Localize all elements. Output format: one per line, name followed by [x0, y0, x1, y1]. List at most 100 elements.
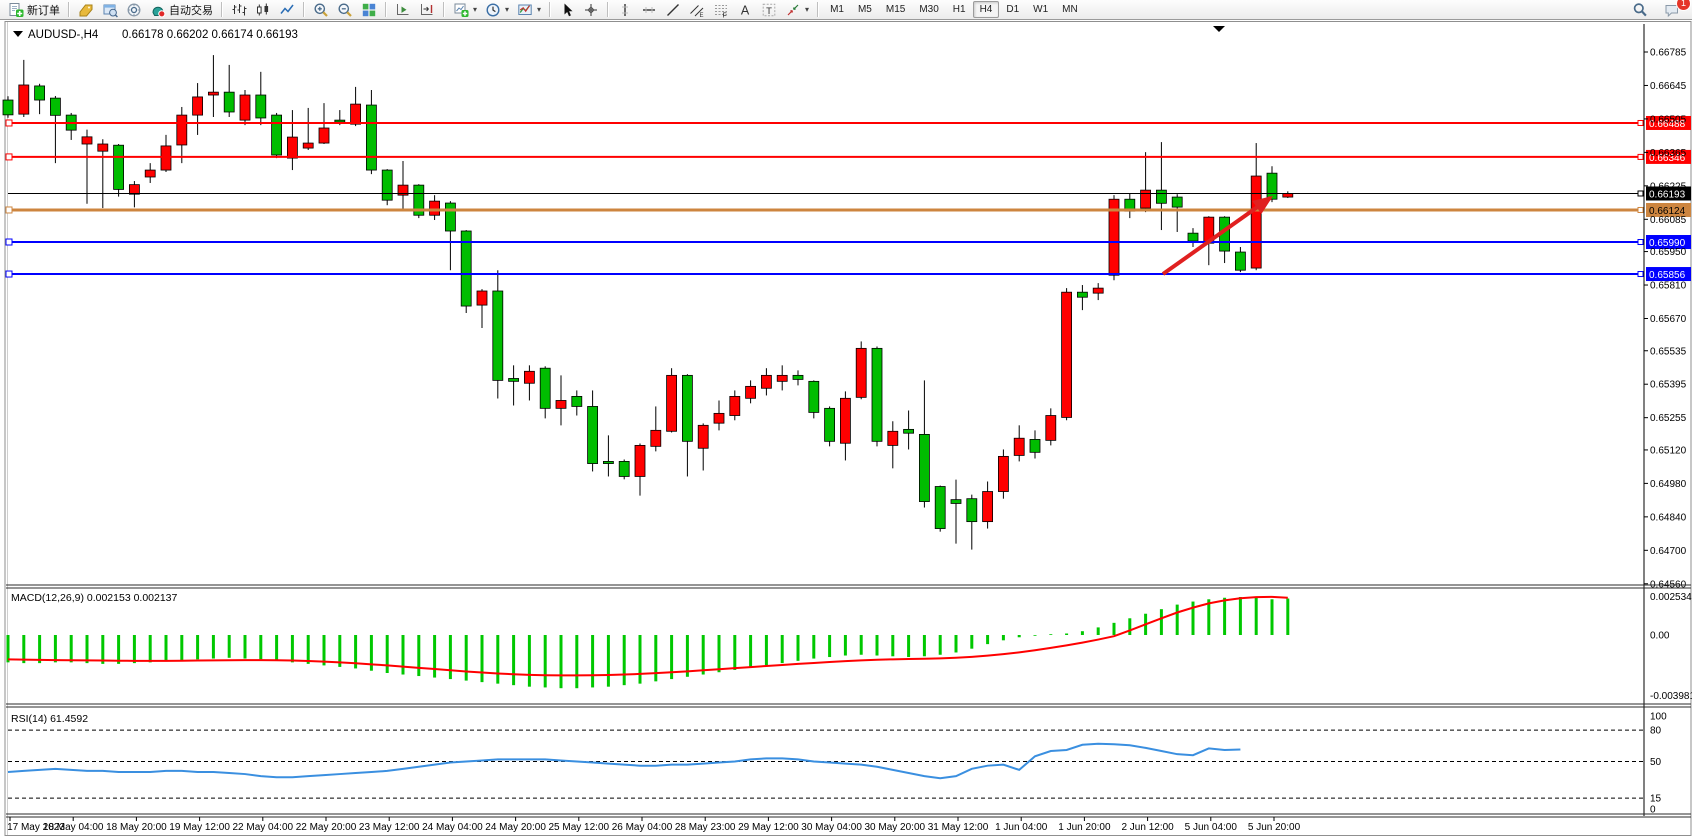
candle [493, 291, 503, 380]
search-icon [1632, 2, 1648, 18]
dropdown-caret-icon[interactable]: ▾ [505, 5, 509, 14]
fibonacci-button[interactable]: F [709, 0, 733, 20]
chart-shift-button[interactable] [415, 0, 439, 20]
trendline-button[interactable] [661, 0, 685, 20]
candle [114, 145, 124, 189]
price-tick-label: 0.64700 [1650, 546, 1687, 557]
rsi-axis-label: 15 [1650, 794, 1662, 805]
candle [524, 371, 534, 383]
toolbar-separator [549, 2, 551, 17]
candle [509, 378, 519, 381]
new-order-button[interactable]: 新订单 [4, 0, 64, 20]
candle [730, 396, 740, 415]
dropdown-caret-icon[interactable]: ▾ [805, 5, 809, 14]
price-tick-label: 0.65810 [1650, 281, 1687, 292]
line-handle[interactable] [6, 120, 12, 126]
macd-axis-label: 0.00 [1650, 631, 1670, 642]
time-tick-label: 22 May 04:00 [232, 822, 293, 833]
toolbar-separator [68, 2, 70, 17]
timeframe-M5-button[interactable]: M5 [851, 1, 879, 18]
line-handle[interactable] [6, 154, 12, 160]
line-axis-marker [1638, 154, 1643, 159]
data-window-button[interactable] [98, 0, 122, 20]
line-handle[interactable] [6, 207, 12, 213]
rsi-indicator-label: RSI(14) 61.4592 [11, 713, 88, 725]
toolbar-separator [385, 2, 387, 17]
timeframe-D1-button[interactable]: D1 [999, 1, 1026, 18]
price-tick-label: 0.66365 [1650, 148, 1687, 159]
tile-windows-button[interactable] [357, 0, 381, 20]
candle [3, 100, 13, 115]
fibonacci-icon: F [713, 2, 729, 18]
candle [82, 137, 92, 144]
candle [1188, 233, 1198, 241]
time-tick-label: 23 May 12:00 [359, 822, 420, 833]
line-handle[interactable] [6, 239, 12, 245]
candle [382, 170, 392, 200]
autotrading-button-label: 自动交易 [169, 2, 213, 18]
candle [793, 375, 803, 379]
svg-text:E: E [700, 13, 704, 18]
candle [335, 120, 345, 122]
line-chart-button[interactable] [275, 0, 299, 20]
candle [761, 375, 771, 388]
chart-ohlc-values: 0.66178 0.66202 0.66174 0.66193 [122, 29, 298, 41]
candle [556, 400, 566, 408]
vertical-line-button[interactable] [613, 0, 637, 20]
new-chart-button[interactable]: ▾ [449, 0, 481, 20]
new-order-button-label: 新订单 [27, 2, 60, 18]
auto-scroll-button[interactable] [391, 0, 415, 20]
navigator-button[interactable] [122, 0, 146, 20]
notifications-button[interactable]: 1 [1660, 0, 1684, 20]
timeframe-M1-button[interactable]: M1 [823, 1, 851, 18]
clock-icon [485, 2, 501, 18]
candle [1046, 416, 1056, 441]
bar-chart-button[interactable] [227, 0, 251, 20]
autotrading-button[interactable]: 自动交易 [146, 0, 217, 20]
candle [888, 431, 898, 445]
candle [777, 375, 787, 381]
svg-text:T: T [766, 5, 772, 16]
zoom-in-icon [313, 2, 329, 18]
timeframe-H1-button[interactable]: H1 [946, 1, 973, 18]
channel-icon: E [689, 2, 705, 18]
rsi-axis-label: 80 [1650, 726, 1662, 737]
template-button[interactable]: ▾ [513, 0, 545, 20]
candle [319, 128, 329, 143]
timeframe-H4-button[interactable]: H4 [973, 1, 1000, 18]
candle [50, 98, 60, 115]
time-tick-label: 31 May 12:00 [928, 822, 989, 833]
crosshair-icon [583, 2, 599, 18]
arrows-button[interactable]: ▾ [781, 0, 813, 20]
line-handle[interactable] [6, 271, 12, 277]
zoom-out-button[interactable] [333, 0, 357, 20]
text-button[interactable]: A [733, 0, 757, 20]
candle [272, 115, 282, 155]
market-watch-button[interactable] [74, 0, 98, 20]
line-chart-icon [279, 2, 295, 18]
candle [145, 170, 155, 177]
search-button[interactable] [1628, 0, 1652, 20]
timeframe-MN-button[interactable]: MN [1055, 1, 1085, 18]
cursor-button[interactable] [555, 0, 579, 20]
candle [1030, 439, 1040, 452]
chart-shift-icon [419, 2, 435, 18]
candlestick-chart-button[interactable] [251, 0, 275, 20]
equidistant-channel-button[interactable]: E [685, 0, 709, 20]
crosshair-button[interactable] [579, 0, 603, 20]
timeframe-M30-button[interactable]: M30 [912, 1, 945, 18]
zoom-in-button[interactable] [309, 0, 333, 20]
candle [430, 201, 440, 215]
candle [603, 461, 613, 463]
candle [129, 185, 139, 195]
dropdown-caret-icon[interactable]: ▾ [473, 5, 477, 14]
period-button[interactable]: ▾ [481, 0, 513, 20]
dropdown-caret-icon[interactable]: ▾ [537, 5, 541, 14]
horizontal-line-button[interactable] [637, 0, 661, 20]
text-label-button[interactable]: T [757, 0, 781, 20]
toolbar-separator [303, 2, 305, 17]
timeframe-M15-button[interactable]: M15 [879, 1, 912, 18]
timeframe-W1-button[interactable]: W1 [1026, 1, 1055, 18]
auto-scroll-icon [395, 2, 411, 18]
trendline-icon [665, 2, 681, 18]
